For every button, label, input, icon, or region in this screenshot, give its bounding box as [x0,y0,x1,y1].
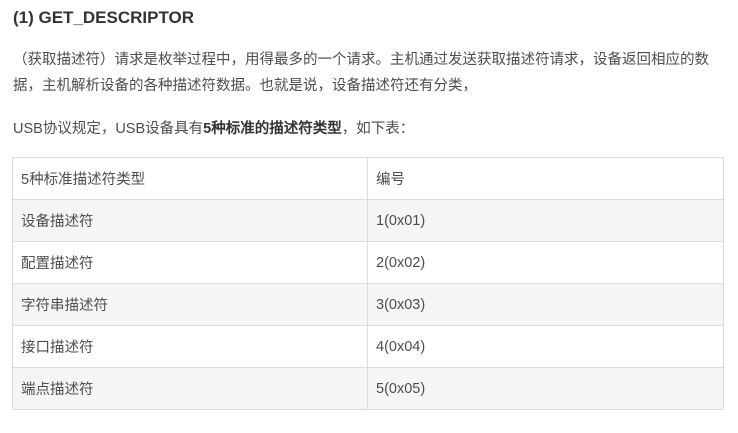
cell-descriptor-code: 2(0x02) [367,241,724,284]
table-header-row: 5种标准描述符类型 编号 [12,157,724,200]
cell-descriptor-type: 配置描述符 [12,241,368,284]
article-content: (1) GET_DESCRIPTOR （获取描述符）请求是枚举过程中，用得最多的… [0,0,738,433]
cell-descriptor-type: 设备描述符 [12,199,368,242]
descriptor-types-table: 5种标准描述符类型 编号 设备描述符 1(0x01) 配置描述符 2(0x02)… [12,157,724,410]
table-row: 端点描述符 5(0x05) [12,367,724,410]
cell-descriptor-code: 3(0x03) [367,283,724,326]
table-intro-text-after: ，如下表： [341,121,415,137]
section-heading: (1) GET_DESCRIPTOR [13,8,195,27]
cell-descriptor-type: 字符串描述符 [12,283,368,326]
header-cell-code: 编号 [367,157,724,200]
cell-descriptor-code: 1(0x01) [367,199,724,242]
intro-paragraph: （获取描述符）请求是枚举过程中，用得最多的一个请求。主机通过发送获取描述符请求，… [13,52,709,94]
cell-descriptor-type: 接口描述符 [12,325,368,368]
cell-descriptor-type: 端点描述符 [12,367,368,410]
table-row: 配置描述符 2(0x02) [12,241,724,284]
cell-descriptor-code: 5(0x05) [367,367,724,410]
cell-descriptor-code: 4(0x04) [367,325,724,368]
table-row: 设备描述符 1(0x01) [12,199,724,242]
table-row: 字符串描述符 3(0x03) [12,283,724,326]
table-intro-bold-text: 5种标准的描述符类型 [203,121,342,137]
header-cell-type: 5种标准描述符类型 [12,157,368,200]
table-row: 接口描述符 4(0x04) [12,325,724,368]
table-intro-text-before: USB协议规定，USB设备具有 [13,121,204,137]
table-intro-paragraph: USB协议规定，USB设备具有5种标准的描述符类型，如下表： [13,116,725,142]
